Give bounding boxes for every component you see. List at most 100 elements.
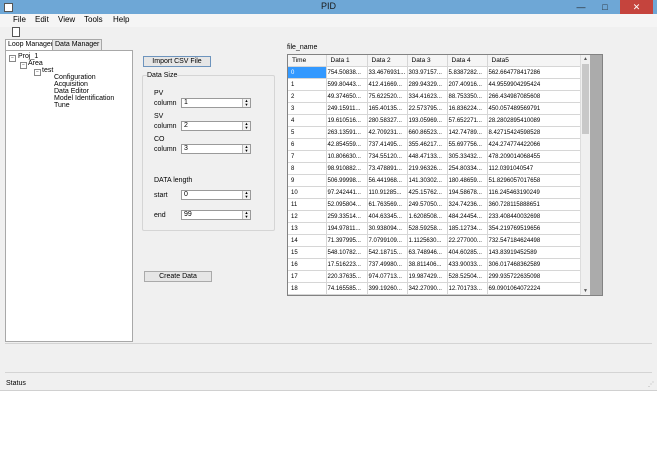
spin-arrows-icon[interactable]: ▲ ▼ — [242, 191, 250, 199]
co-column-input[interactable]: 3 ▲ ▼ — [181, 144, 251, 154]
column-header-data5[interactable]: Data5 — [487, 55, 582, 67]
table-row[interactable]: 0 754.50838... 33.4676931... 303.97157... 5.… — [288, 66, 582, 79]
data-cell[interactable]: 399.19260... — [367, 282, 408, 295]
column-header-data3[interactable]: Data 3 — [407, 55, 448, 67]
time-cell[interactable]: 1 — [288, 78, 327, 91]
title-bar[interactable]: PID — □ ✕ — [0, 0, 657, 14]
time-cell[interactable]: 19 — [288, 294, 327, 295]
menu-file[interactable]: File — [13, 15, 26, 24]
data-cell[interactable]: 412.41669... — [367, 78, 408, 91]
data-cell[interactable]: 112.0391040547 — [487, 162, 582, 175]
data-cell[interactable]: 355.46217... — [407, 138, 448, 151]
data-cell[interactable]: 57.652271... — [447, 114, 488, 127]
data-cell[interactable]: 626.344224891046 — [487, 294, 582, 295]
data-cell[interactable]: 324.74236... — [447, 198, 488, 211]
data-cell[interactable]: 185.12734... — [447, 222, 488, 235]
data-cell[interactable]: 193.05969... — [407, 114, 448, 127]
data-cell[interactable]: 44.9559904295424 — [487, 78, 582, 91]
collapse-icon[interactable]: − — [20, 62, 27, 69]
data-cell[interactable]: 194.58678... — [447, 186, 488, 199]
table-row[interactable]: 11 52.095804... 61.763569... 249.57050... 32… — [288, 198, 582, 211]
data-cell[interactable]: 305.33432... — [447, 150, 488, 163]
menu-view[interactable]: View — [58, 15, 75, 24]
vertical-scrollbar[interactable]: ▲ ▼ — [580, 55, 590, 295]
time-cell[interactable]: 12 — [288, 210, 327, 223]
time-cell[interactable]: 16 — [288, 258, 327, 271]
table-row[interactable]: 4 19.610516... 280.58327... 193.05969... 57.… — [288, 114, 582, 127]
table-row[interactable]: 17 220.37635... 974.07713... 19.987429... 52… — [288, 270, 582, 283]
close-button[interactable]: ✕ — [620, 0, 653, 14]
data-cell[interactable]: 98.910882... — [326, 162, 368, 175]
data-cell[interactable]: 19.610516... — [326, 114, 368, 127]
data-cell[interactable]: 528.59258... — [407, 222, 448, 235]
data-cell[interactable]: 56.441968... — [367, 174, 408, 187]
time-cell[interactable]: 0 — [288, 66, 327, 79]
data-cell[interactable]: 09.335606... — [447, 294, 488, 295]
data-cell[interactable]: 11.562344... — [407, 294, 448, 295]
data-cell[interactable]: 52.095804... — [326, 198, 368, 211]
data-cell[interactable]: 737.41495... — [367, 138, 408, 151]
data-cell[interactable]: 28.2802895410089 — [487, 114, 582, 127]
data-cell[interactable]: 1.1125630... — [407, 234, 448, 247]
data-cell[interactable]: 249.15911... — [326, 102, 368, 115]
data-cell[interactable]: 116.245463190249 — [487, 186, 582, 199]
sv-column-input[interactable]: 2 ▲ ▼ — [181, 121, 251, 131]
data-cell[interactable]: 19.987429... — [407, 270, 448, 283]
data-cell[interactable]: 5.8387282... — [447, 66, 488, 79]
data-cell[interactable]: 484.24454... — [447, 210, 488, 223]
table-row[interactable]: 15 548.10782... 542.18715... 63.748946... 40… — [288, 246, 582, 259]
time-cell[interactable]: 17 — [288, 270, 327, 283]
time-cell[interactable]: 5 — [288, 126, 327, 139]
data-cell[interactable]: 42.709231... — [367, 126, 408, 139]
time-cell[interactable]: 9 — [288, 174, 327, 187]
time-cell[interactable]: 18 — [288, 282, 327, 295]
table-row[interactable]: 9 506.99998... 56.441968... 141.30302... 180… — [288, 174, 582, 187]
time-cell[interactable]: 4 — [288, 114, 327, 127]
data-cell[interactable]: 38.811406... — [407, 258, 448, 271]
data-cell[interactable]: 75.622520... — [367, 90, 408, 103]
scroll-down-icon[interactable]: ▼ — [581, 287, 590, 295]
minimize-button[interactable]: — — [571, 0, 591, 14]
tree-node-project[interactable]: Proj_1 — [18, 53, 38, 60]
tree-node-test[interactable]: test — [42, 67, 53, 74]
data-cell[interactable]: 306.017468362589 — [487, 258, 582, 271]
menu-edit[interactable]: Edit — [35, 15, 49, 24]
data-cell[interactable]: 10.806630... — [326, 150, 368, 163]
column-header-data4[interactable]: Data 4 — [447, 55, 488, 67]
data-cell[interactable]: 448.47133... — [407, 150, 448, 163]
data-cell[interactable]: 30.938094... — [367, 222, 408, 235]
data-cell[interactable]: 69.0901064072224 — [487, 282, 582, 295]
data-cell[interactable]: 16.836224... — [447, 102, 488, 115]
maximize-button[interactable]: □ — [595, 0, 615, 14]
data-cell[interactable]: 143.83919452589 — [487, 246, 582, 259]
data-cell[interactable]: 354.219769519656 — [487, 222, 582, 235]
collapse-icon[interactable]: − — [34, 69, 41, 76]
import-csv-button[interactable]: Import CSV File — [143, 56, 211, 67]
tree-node-area[interactable]: Area — [28, 60, 43, 67]
data-cell[interactable]: 194.97811... — [326, 222, 368, 235]
data-cell[interactable]: 660.86523... — [407, 126, 448, 139]
data-cell[interactable]: 42.854559... — [326, 138, 368, 151]
time-cell[interactable]: 2 — [288, 90, 327, 103]
table-row[interactable]: 3 249.15911... 165.40135... 22.573795... 16.… — [288, 102, 582, 115]
data-cell[interactable]: 249.57050... — [407, 198, 448, 211]
data-cell[interactable]: 88.753350... — [447, 90, 488, 103]
data-cell[interactable]: 49.374650... — [326, 90, 368, 103]
pv-column-input[interactable]: 1 ▲ ▼ — [181, 98, 251, 108]
spin-arrows-icon[interactable]: ▲ ▼ — [242, 122, 250, 130]
time-cell[interactable]: 7 — [288, 150, 327, 163]
spin-arrows-icon[interactable]: ▲ ▼ — [242, 211, 250, 219]
data-cell[interactable]: 734.55120... — [367, 150, 408, 163]
column-header-data1[interactable]: Data 1 — [326, 55, 368, 67]
data-cell[interactable]: 433.90033... — [447, 258, 488, 271]
data-cell[interactable]: 61.763569... — [367, 198, 408, 211]
data-cell[interactable]: 1.6208508... — [407, 210, 448, 223]
data-cell[interactable]: 120.03571... — [326, 294, 368, 295]
data-cell[interactable]: 71.397995... — [326, 234, 368, 247]
data-cell[interactable]: 450.057489569791 — [487, 102, 582, 115]
data-cell[interactable]: 424.274774422066 — [487, 138, 582, 151]
data-cell[interactable]: 280.58327... — [367, 114, 408, 127]
data-cell[interactable]: 289.94329... — [407, 78, 448, 91]
time-cell[interactable]: 10 — [288, 186, 327, 199]
data-cell[interactable]: 299.935722635098 — [487, 270, 582, 283]
